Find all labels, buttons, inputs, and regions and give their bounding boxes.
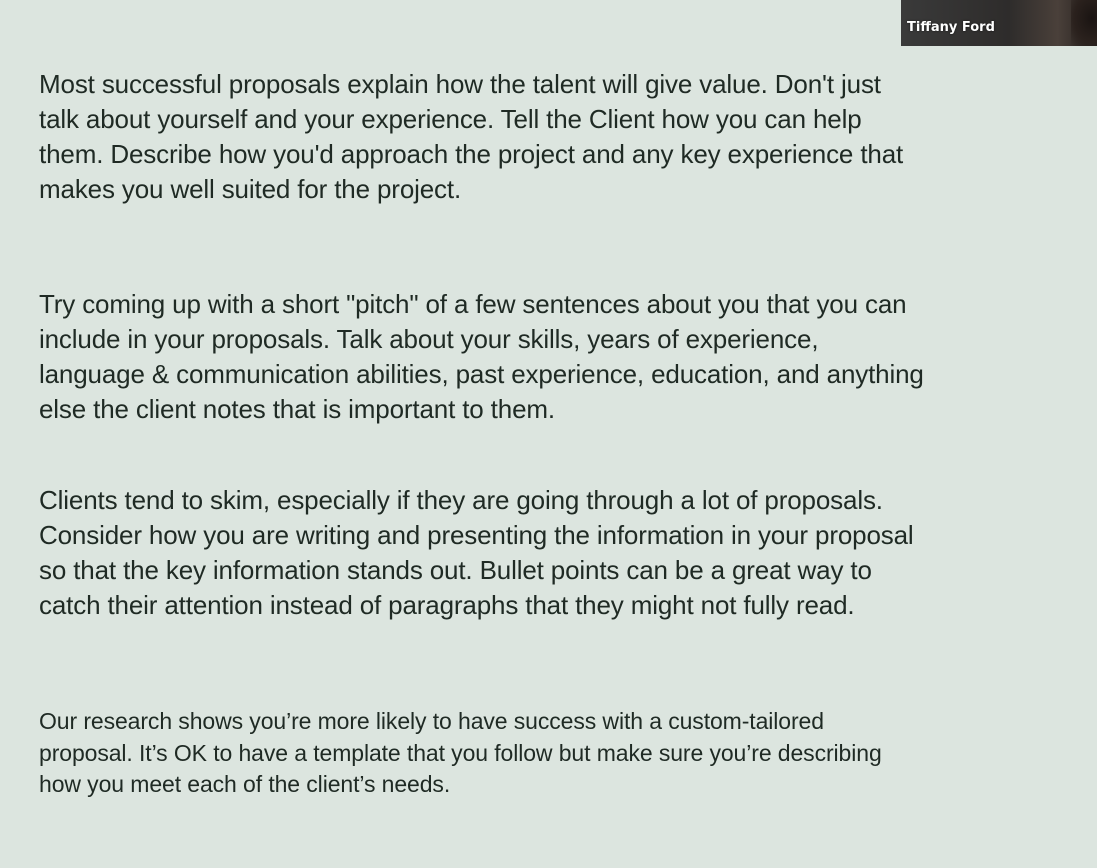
paragraph-value-explanation: Most successful proposals explain how th… — [39, 69, 904, 204]
participant-video-feed — [1071, 0, 1097, 46]
paragraph-research-note: Our research shows you’re more likely to… — [39, 708, 882, 797]
participant-name-label: Tiffany Ford — [907, 20, 995, 35]
presentation-slide: Most successful proposals explain how th… — [0, 0, 1097, 868]
participant-video-tile[interactable]: Tiffany Ford — [901, 0, 1097, 46]
paragraph-skim-advice: Clients tend to skim, especially if they… — [39, 485, 914, 620]
paragraph-pitch-advice: Try coming up with a short "pitch" of a … — [39, 289, 924, 424]
